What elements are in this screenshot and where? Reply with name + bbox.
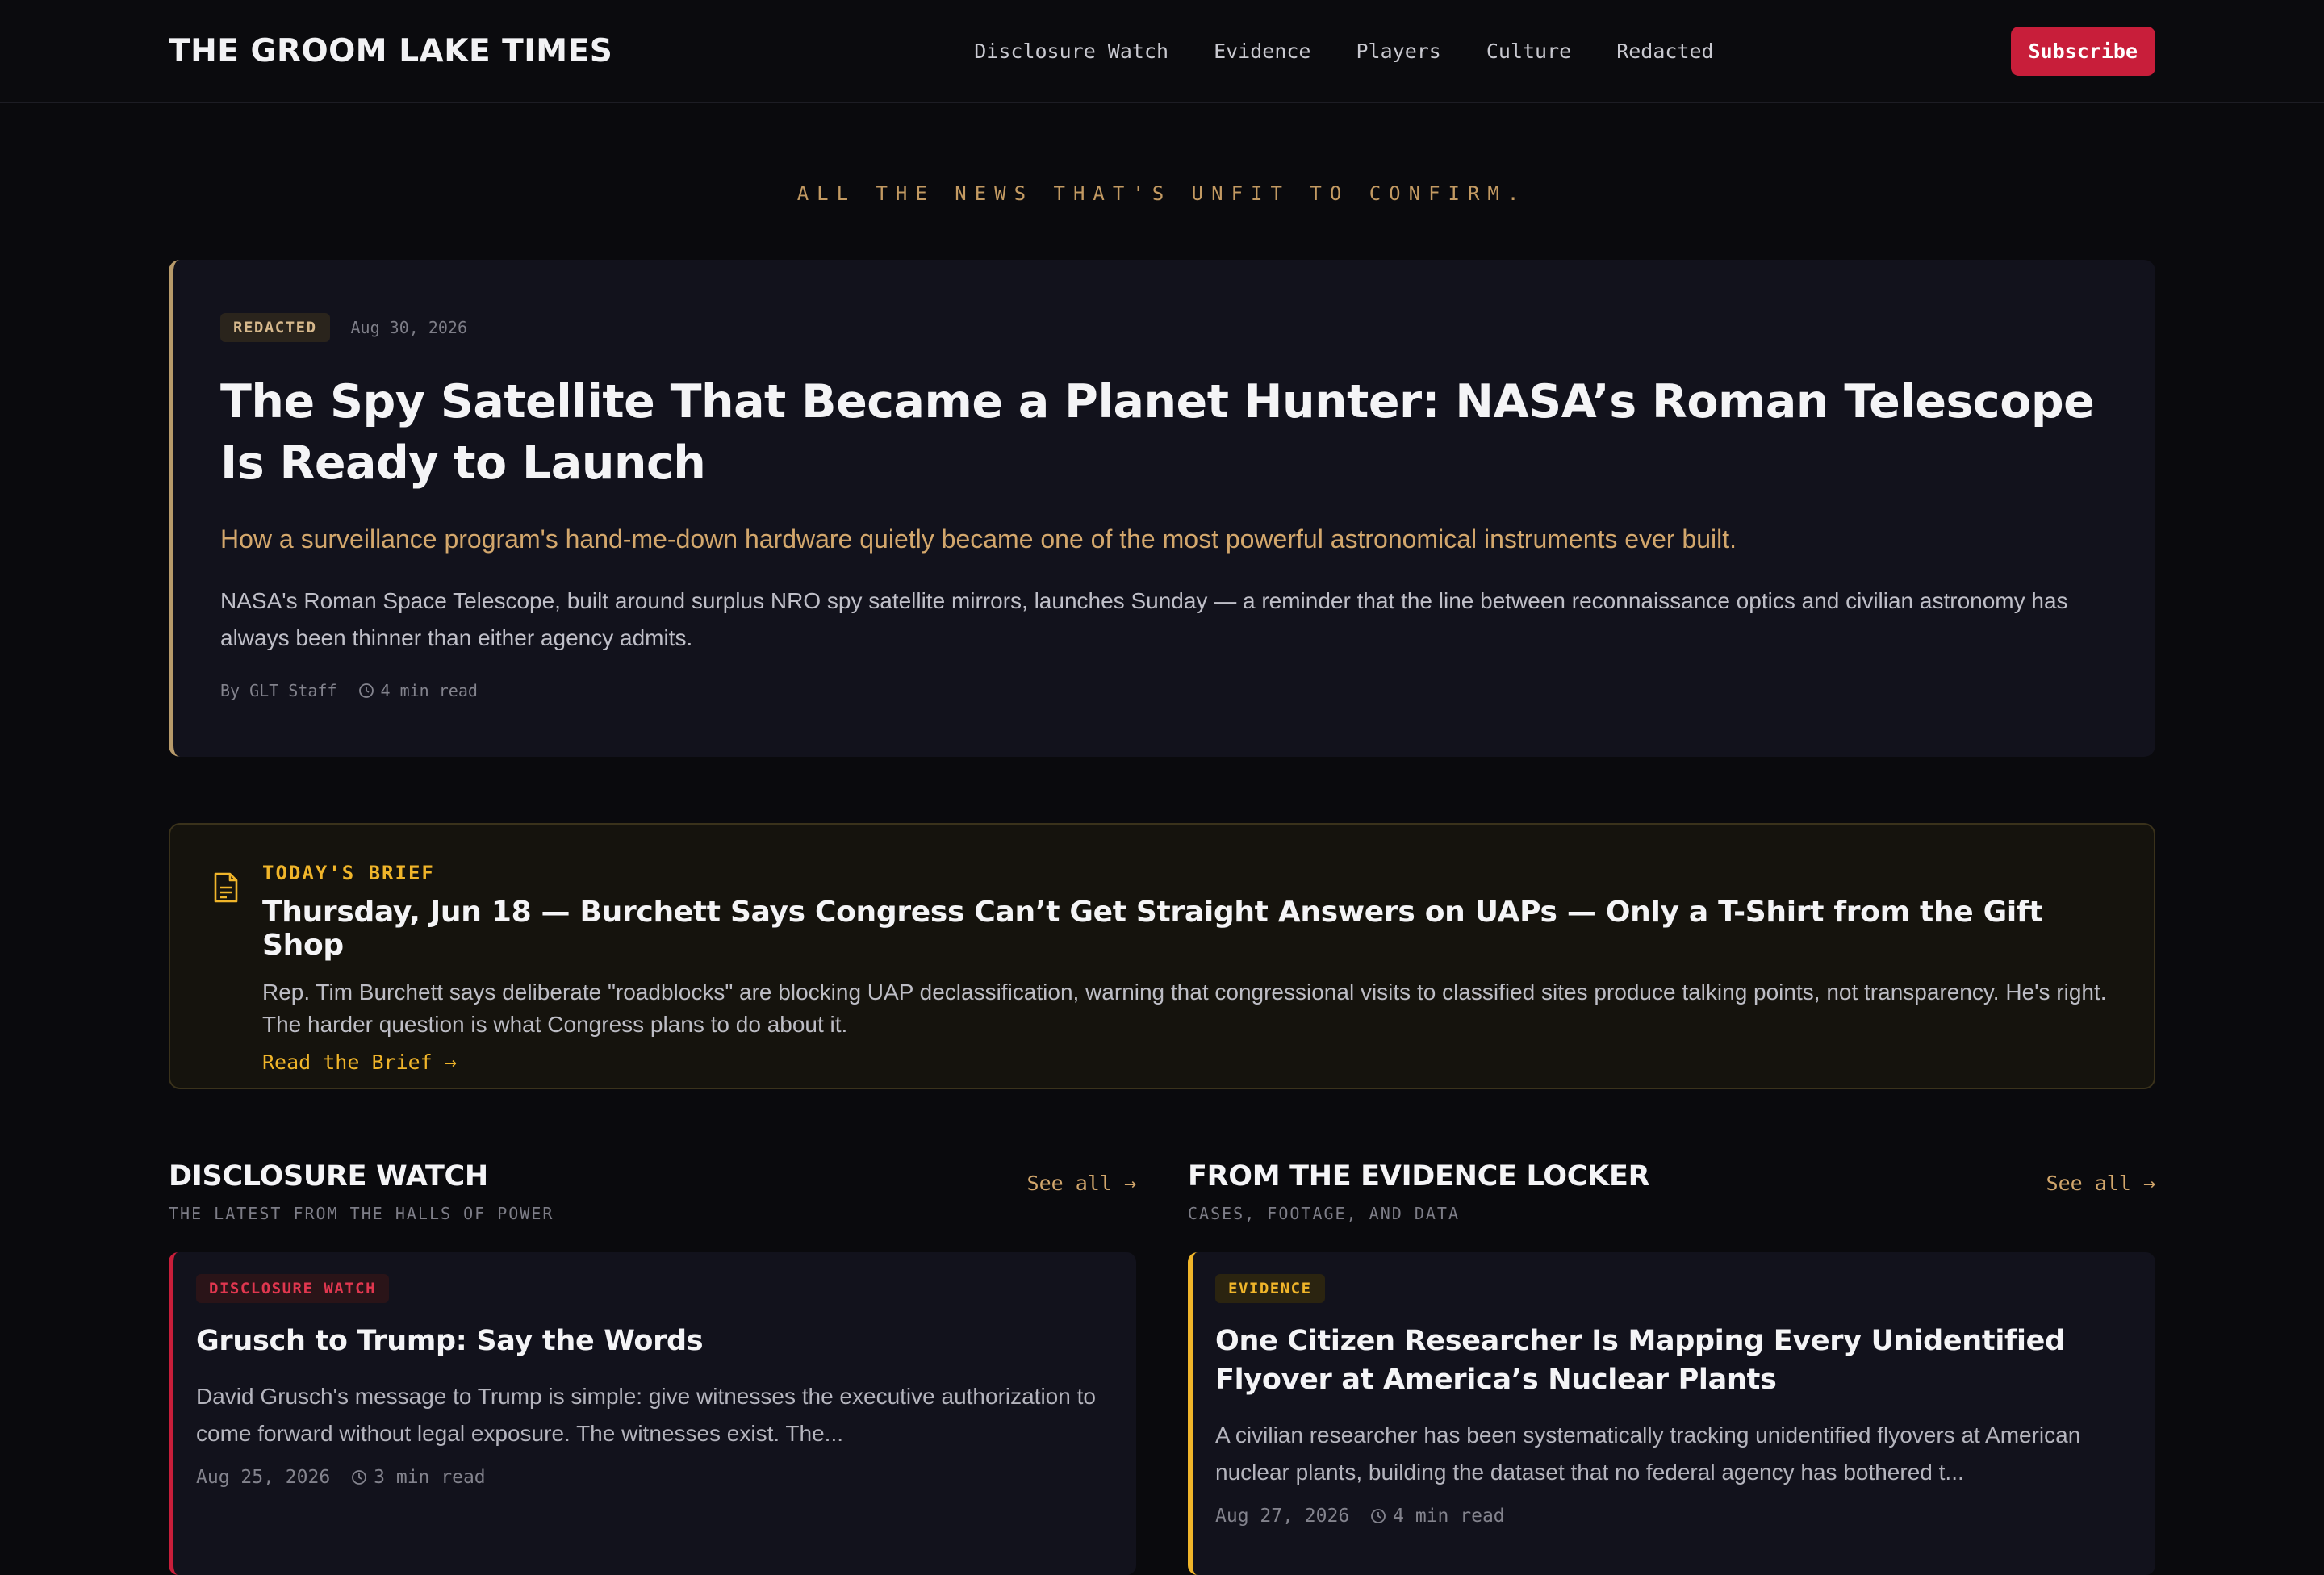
site-header: THE GROOM LAKE TIMES Disclosure Watch Ev… (0, 0, 2324, 103)
nav-players[interactable]: Players (1356, 40, 1440, 63)
brief-label: TODAY'S BRIEF (262, 862, 435, 884)
clock-icon (352, 1470, 367, 1485)
hero-title[interactable]: The Spy Satellite That Became a Planet H… (220, 371, 2105, 494)
nav-disclosure-watch[interactable]: Disclosure Watch (974, 40, 1168, 63)
section-title: DISCLOSURE WATCH (169, 1160, 488, 1193)
evidence-locker-section: FROM THE EVIDENCE LOCKER CASES, FOOTAGE,… (1188, 1160, 2155, 1575)
document-icon (214, 872, 238, 903)
section-title: FROM THE EVIDENCE LOCKER (1188, 1160, 1650, 1193)
see-all-link[interactable]: See all → (2046, 1172, 2155, 1195)
brief-title[interactable]: Thursday, Jun 18 — Burchett Says Congres… (262, 896, 2113, 962)
article-card[interactable]: EVIDENCE One Citizen Researcher Is Mappi… (1188, 1252, 2155, 1575)
todays-brief: TODAY'S BRIEF Thursday, Jun 18 — Burchet… (169, 823, 2155, 1089)
category-badge[interactable]: EVIDENCE (1215, 1274, 1325, 1303)
nav-culture[interactable]: Culture (1486, 40, 1571, 63)
site-logo[interactable]: THE GROOM LAKE TIMES (169, 33, 612, 69)
read-brief-link[interactable]: Read the Brief → (262, 1051, 457, 1074)
subscribe-button[interactable]: Subscribe (2010, 26, 2155, 76)
clock-icon (358, 683, 374, 698)
hero-summary: NASA's Roman Space Telescope, built arou… (220, 588, 2068, 650)
author-byline: By GLT Staff (220, 681, 337, 700)
article-date: Aug 30, 2026 (350, 318, 468, 337)
card-title[interactable]: Grusch to Trump: Say the Words (196, 1322, 1110, 1360)
brief-summary: Rep. Tim Burchett says deliberate "roadb… (262, 980, 2107, 1037)
article-date: Aug 25, 2026 (196, 1467, 331, 1488)
hero-article[interactable]: REDACTED Aug 30, 2026 The Spy Satellite … (169, 260, 2155, 757)
read-time: 4 min read (380, 681, 478, 700)
nav-redacted[interactable]: Redacted (1616, 40, 1713, 63)
read-time: 4 min read (1393, 1506, 1505, 1527)
section-subtitle: CASES, FOOTAGE, AND DATA (1188, 1204, 1460, 1223)
article-date: Aug 27, 2026 (1215, 1506, 1350, 1527)
section-subtitle: THE LATEST FROM THE HALLS OF POWER (169, 1204, 554, 1223)
tagline: ALL THE NEWS THAT'S UNFIT TO CONFIRM. (796, 182, 1528, 205)
category-badge[interactable]: DISCLOSURE WATCH (196, 1274, 390, 1303)
nav-evidence[interactable]: Evidence (1214, 40, 1310, 63)
article-card[interactable]: DISCLOSURE WATCH Grusch to Trump: Say th… (169, 1252, 1136, 1575)
category-badge[interactable]: REDACTED (220, 313, 330, 342)
hero-deck: How a surveillance program's hand-me-dow… (220, 524, 1737, 554)
card-excerpt: David Grusch's message to Trump is simpl… (196, 1384, 1096, 1446)
see-all-link[interactable]: See all → (1027, 1172, 1136, 1195)
main-nav: Disclosure Watch Evidence Players Cultur… (974, 40, 1713, 63)
read-time: 3 min read (374, 1467, 486, 1488)
clock-icon (1371, 1509, 1386, 1523)
disclosure-watch-section: DISCLOSURE WATCH THE LATEST FROM THE HAL… (169, 1160, 1136, 1575)
card-title[interactable]: One Citizen Researcher Is Mapping Every … (1215, 1322, 2130, 1399)
card-excerpt: A civilian researcher has been systemati… (1215, 1423, 2081, 1485)
